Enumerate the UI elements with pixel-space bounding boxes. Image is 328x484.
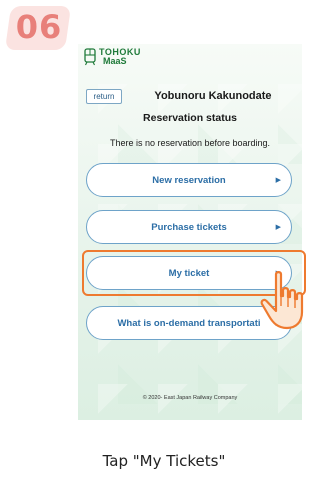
new-reservation-button[interactable]: New reservation ▶ — [86, 163, 292, 197]
app-logo: TOHOKU MaaS — [84, 48, 141, 66]
new-reservation-label: New reservation — [152, 174, 226, 186]
return-button[interactable]: return — [86, 89, 122, 104]
on-demand-info-label: What is on-demand transportati — [117, 317, 261, 329]
logo-line2: MaaS — [103, 56, 127, 66]
copyright-text: © 2020- East Japan Railway Company — [142, 395, 238, 401]
reservation-status-message: There is no reservation before boarding. — [109, 138, 271, 148]
pointing-hand-icon — [260, 271, 304, 330]
chevron-right-icon: ▶ — [275, 177, 281, 184]
phone-screen: TOHOKU MaaS return Yobunoru Kakunodate R… — [78, 44, 302, 420]
station-name: Yobunoru Kakunodate — [154, 90, 272, 102]
purchase-tickets-button[interactable]: Purchase tickets ▶ — [86, 210, 292, 244]
chevron-right-icon: ▶ — [275, 224, 281, 231]
step-number: 06 — [15, 8, 63, 46]
train-icon — [84, 48, 96, 66]
purchase-tickets-label: Purchase tickets — [151, 221, 227, 233]
instruction-caption: Tap "My Tickets" — [102, 452, 226, 470]
page-title: Reservation status — [143, 112, 237, 124]
step-badge: 06 — [8, 4, 70, 50]
